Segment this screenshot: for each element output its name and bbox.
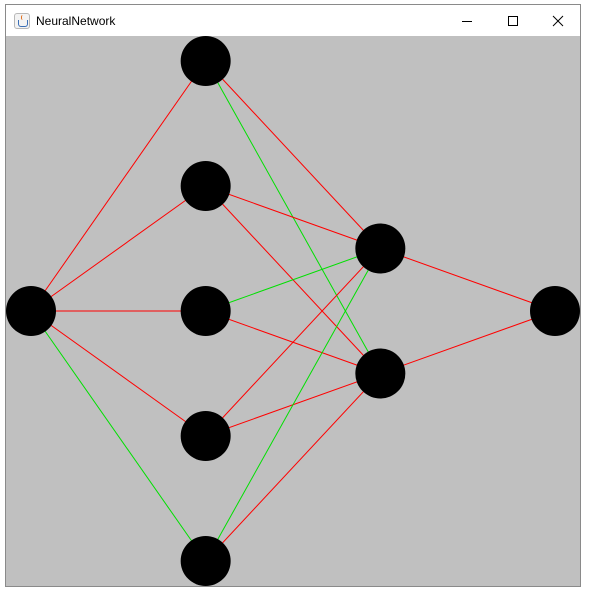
neuron-layer3-0 — [530, 286, 580, 336]
connection-negative — [30, 310, 206, 437]
connection-negative — [30, 60, 207, 312]
connection-positive — [30, 310, 207, 562]
connection-positive — [205, 248, 381, 562]
connection-negative — [205, 185, 381, 249]
connection-negative — [205, 373, 381, 562]
title-bar[interactable]: NeuralNetwork — [6, 5, 580, 36]
neuron-layer1-0 — [180, 36, 231, 86]
maximize-button[interactable] — [490, 5, 536, 36]
maximize-icon — [508, 15, 518, 26]
window-title: NeuralNetwork — [36, 13, 116, 28]
java-cup-icon[interactable] — [14, 12, 30, 29]
close-icon — [552, 15, 564, 26]
neuron-layer1-2 — [180, 286, 231, 336]
network-diagram — [6, 36, 580, 586]
connection-negative — [205, 248, 381, 437]
connection-negative — [380, 248, 556, 312]
network-canvas — [6, 36, 580, 586]
neuron-layer0-0 — [6, 286, 56, 336]
connection-positive — [205, 248, 381, 312]
neuron-layer2-0 — [355, 223, 406, 274]
neuron-layer1-4 — [180, 536, 231, 586]
neuron-layer1-1 — [180, 161, 231, 211]
minimize-icon — [462, 20, 472, 22]
connection-negative — [205, 60, 381, 249]
neuron-layer1-3 — [180, 411, 231, 461]
connection-negative — [380, 310, 556, 374]
app-window: NeuralNetwork — [5, 4, 581, 587]
close-button[interactable] — [535, 5, 581, 36]
minimize-button[interactable] — [444, 5, 490, 36]
connection-negative — [30, 185, 206, 312]
neuron-layer2-1 — [355, 348, 406, 399]
